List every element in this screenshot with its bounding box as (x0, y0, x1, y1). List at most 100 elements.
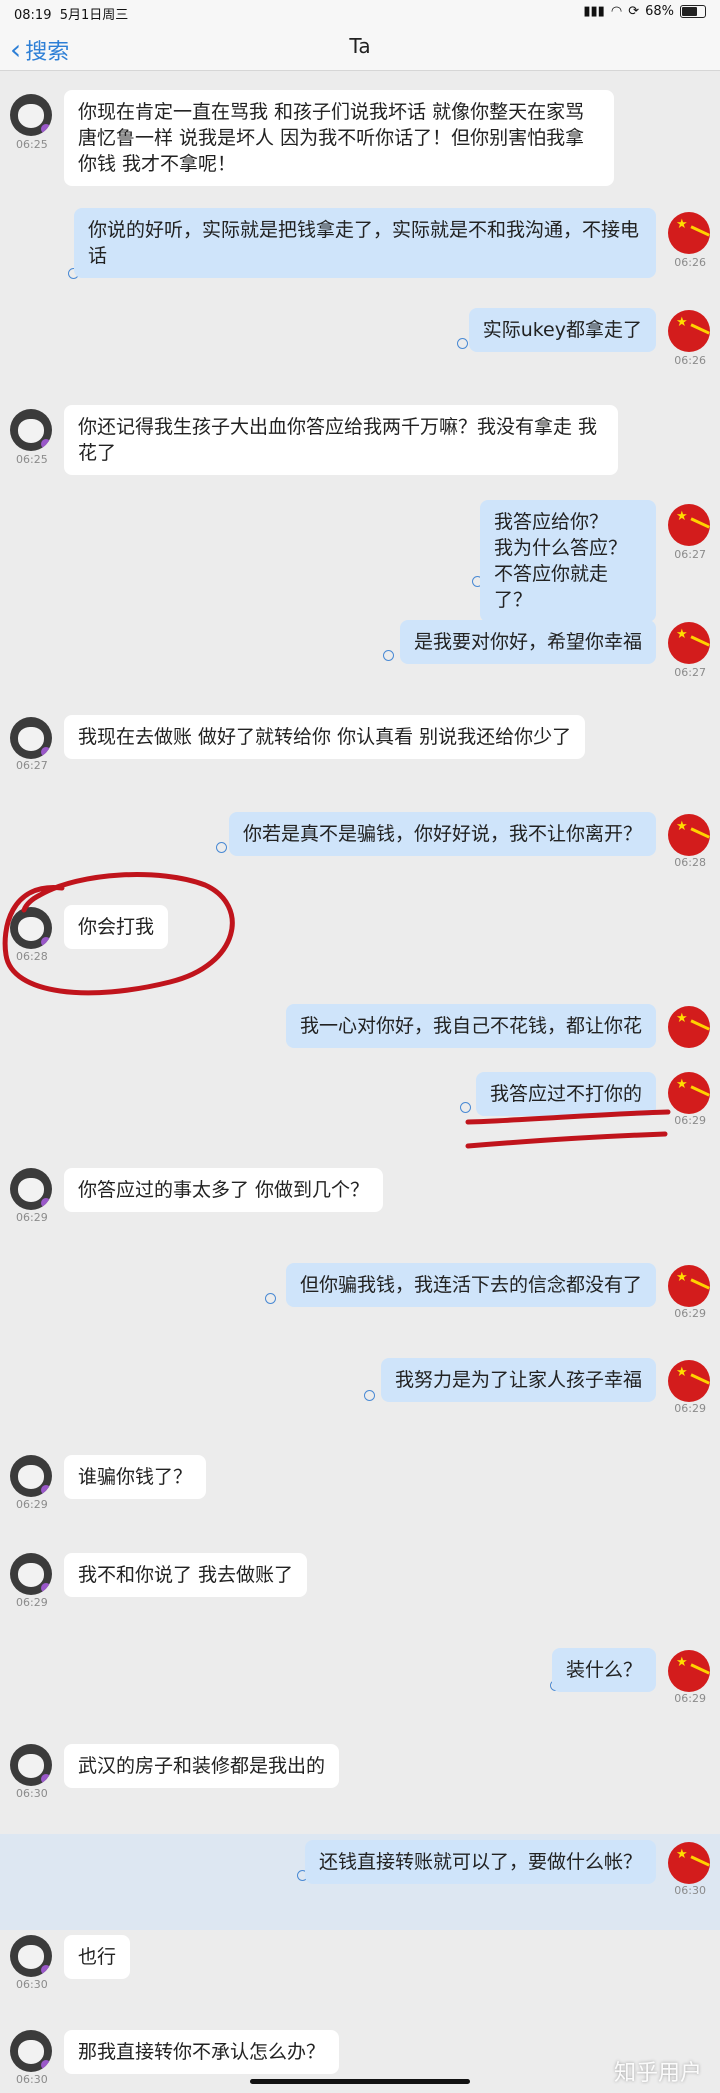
outgoing-message-bubble[interactable]: 你说的好听，实际就是把钱拿走了，实际就是不和我沟通，不接电话 (74, 208, 656, 278)
incoming-message-bubble[interactable]: 我不和你说了 我去做账了 (64, 1553, 308, 1597)
status-time-date: 08:19 5月1日周三 (14, 4, 128, 23)
read-receipt-icon (383, 650, 394, 661)
message-time: 06:28 (16, 950, 48, 963)
outgoing-message-bubble[interactable]: 你若是真不是骗钱，你好好说，我不让你离开？ (228, 812, 656, 856)
outgoing-message-bubble[interactable]: 是我要对你好，希望你幸福 (399, 620, 656, 664)
message-row: 06:26 你说的好听，实际就是把钱拿走了，实际就是不和我沟通，不接电话 (0, 208, 720, 279)
message-line: 不答应你就走了？ (494, 563, 609, 611)
contact-avatar[interactable] (10, 94, 52, 136)
contact-avatar[interactable] (10, 409, 52, 451)
message-line: 我答应给你？ (494, 511, 609, 533)
incoming-message-bubble[interactable]: 那我直接转你不承认怎么办？ (64, 2030, 340, 2074)
message-time: 06:30 (674, 1884, 706, 1897)
read-receipt-icon (265, 1293, 276, 1304)
battery-percent: 68% (645, 4, 674, 19)
message-time: 06:30 (16, 2073, 48, 2086)
message-time: 06:29 (674, 1114, 706, 1127)
message-time: 06:25 (16, 453, 48, 466)
outgoing-message-bubble[interactable]: 装什么？ (551, 1648, 656, 1692)
message-row: 06:25 你还记得我生孩子大出血你答应给我两千万嘛？我没有拿走 我花了 (0, 405, 720, 475)
wifi-icon: ◠ (610, 4, 623, 19)
signal-icon: ▮▮▮ (583, 4, 605, 19)
message-time: 06:29 (674, 1402, 706, 1415)
message-row: 06:29 装什么？ (0, 1648, 720, 1705)
contact-avatar[interactable] (10, 1553, 52, 1595)
message-line: 我为什么答应？ (494, 537, 628, 559)
self-avatar[interactable] (668, 1842, 710, 1884)
lock-rotation-icon: ⟳ (628, 4, 640, 19)
message-row: 06:27 我现在去做账 做好了就转给你 你认真看 别说我还给你少了 (0, 715, 720, 775)
outgoing-message-bubble[interactable]: 我努力是为了让家人孩子幸福 (380, 1358, 656, 1402)
chat-title: Ta (349, 34, 371, 58)
read-receipt-icon (460, 1102, 471, 1113)
outgoing-message-bubble[interactable]: 我答应过不打你的 (475, 1072, 656, 1116)
contact-avatar[interactable] (10, 1744, 52, 1786)
message-row: 06:29 但你骗我钱，我连活下去的信念都没有了 (0, 1263, 720, 1320)
battery-icon (680, 5, 706, 18)
outgoing-message-bubble[interactable]: 我答应给你？ 我为什么答应？ 不答应你就走了？ (480, 500, 656, 622)
message-time: 06:29 (16, 1498, 48, 1511)
contact-avatar[interactable] (10, 1935, 52, 1977)
self-avatar[interactable] (668, 310, 710, 352)
incoming-message-bubble[interactable]: 你还记得我生孩子大出血你答应给我两千万嘛？我没有拿走 我花了 (64, 405, 618, 475)
self-avatar[interactable] (668, 1265, 710, 1307)
home-indicator[interactable] (250, 2079, 470, 2084)
message-row: 06:30 那我直接转你不承认怎么办？ (0, 2030, 720, 2086)
outgoing-message-bubble[interactable]: 还钱直接转账就可以了，要做什么帐？ (304, 1840, 656, 1884)
outgoing-message-bubble[interactable]: 但你骗我钱，我连活下去的信念都没有了 (285, 1263, 656, 1307)
message-row: 06:29 我答应过不打你的 (0, 1072, 720, 1127)
message-time: 06:25 (16, 138, 48, 151)
red-underline-annotation (465, 1131, 668, 1149)
contact-avatar[interactable] (10, 907, 52, 949)
incoming-message-bubble[interactable]: 武汉的房子和装修都是我出的 (64, 1744, 340, 1788)
incoming-message-bubble[interactable]: 你会打我 (64, 905, 169, 949)
status-bar: 08:19 5月1日周三 ▮▮▮ ◠ ⟳ 68% (0, 0, 720, 24)
incoming-message-bubble[interactable]: 你答应过的事太多了 你做到几个？ (64, 1168, 384, 1212)
self-avatar[interactable] (668, 1072, 710, 1114)
self-avatar[interactable] (668, 1360, 710, 1402)
message-time: 06:29 (674, 1692, 706, 1705)
message-time: 06:27 (674, 548, 706, 561)
status-date: 5月1日周三 (59, 8, 129, 23)
incoming-message-bubble[interactable]: 谁骗你钱了？ (64, 1455, 207, 1499)
contact-avatar[interactable] (10, 1168, 52, 1210)
message-row: 06:29 你答应过的事太多了 你做到几个？ (0, 1168, 720, 1224)
message-time: 06:27 (674, 666, 706, 679)
message-row: 06:27 是我要对你好，希望你幸福 (0, 620, 720, 679)
message-row: 06:29 我努力是为了让家人孩子幸福 (0, 1358, 720, 1415)
incoming-message-bubble[interactable]: 我现在去做账 做好了就转给你 你认真看 别说我还给你少了 (64, 715, 586, 759)
self-avatar[interactable] (668, 1650, 710, 1692)
message-row: 06:27 我答应给你？ 我为什么答应？ 不答应你就走了？ (0, 500, 720, 622)
message-row: 06:28 你若是真不是骗钱，你好好说，我不让你离开？ (0, 812, 720, 869)
message-time: 06:28 (674, 856, 706, 869)
contact-avatar[interactable] (10, 1455, 52, 1497)
self-avatar[interactable] (668, 1006, 710, 1048)
nav-bar: ‹ 搜索 Ta (0, 24, 720, 71)
incoming-message-bubble[interactable]: 你现在肯定一直在骂我 和孩子们说我坏话 就像你整天在家骂唐忆鲁一样 说我是坏人 … (64, 90, 614, 186)
message-time: 06:29 (16, 1596, 48, 1609)
message-time: 06:26 (674, 354, 706, 367)
message-time: 06:29 (16, 1211, 48, 1224)
incoming-message-bubble[interactable]: 也行 (64, 1935, 131, 1979)
message-time: 06:27 (16, 759, 48, 772)
message-time: 06:26 (674, 256, 706, 269)
read-receipt-icon (364, 1390, 375, 1401)
message-time: 06:30 (16, 1787, 48, 1800)
outgoing-message-bubble[interactable]: 实际ukey都拿走了 (468, 308, 656, 352)
read-receipt-icon (216, 842, 227, 853)
read-receipt-icon (457, 338, 468, 349)
message-row: 06:26 实际ukey都拿走了 (0, 308, 720, 367)
message-row: 06:25 你现在肯定一直在骂我 和孩子们说我坏话 就像你整天在家骂唐忆鲁一样 … (0, 90, 720, 186)
status-time: 08:19 (14, 8, 52, 23)
self-avatar[interactable] (668, 814, 710, 856)
message-row: 06:28 你会打我 (0, 905, 720, 965)
outgoing-message-bubble[interactable]: 我一心对你好，我自己不花钱，都让你花 (285, 1004, 656, 1048)
contact-avatar[interactable] (10, 717, 52, 759)
self-avatar[interactable] (668, 504, 710, 546)
message-row: 06:30 也行 (0, 1935, 720, 1991)
message-row-highlighted: 06:30 还钱直接转账就可以了，要做什么帐？ (0, 1834, 720, 1930)
message-row: 06:29 我不和你说了 我去做账了 (0, 1553, 720, 1609)
self-avatar[interactable] (668, 622, 710, 664)
contact-avatar[interactable] (10, 2030, 52, 2072)
self-avatar[interactable] (668, 212, 710, 254)
